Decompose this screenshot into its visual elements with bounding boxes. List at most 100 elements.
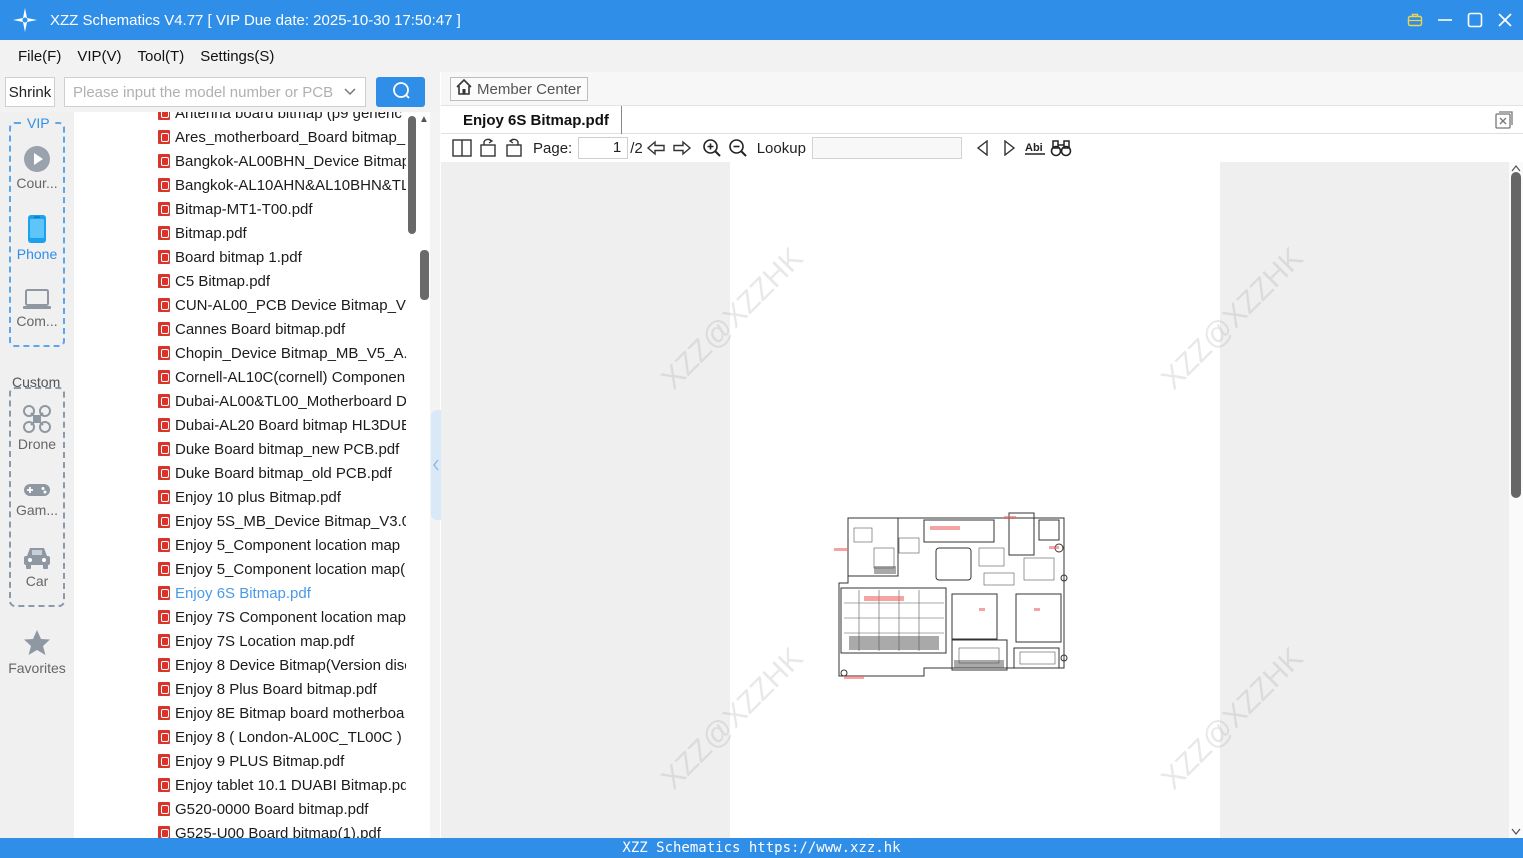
sidebar-item-car[interactable]: Car [0, 545, 74, 589]
file-list-item[interactable]: Enjoy 10 plus Bitmap.pdf [158, 485, 406, 509]
window-title: XZZ Schematics V4.77 [ VIP Due date: 202… [50, 11, 461, 29]
menu-tool[interactable]: Tool(T) [138, 48, 185, 65]
menu-file[interactable]: File(F) [18, 48, 61, 65]
pdf-file-icon [158, 322, 170, 336]
two-page-view-icon[interactable] [449, 135, 475, 161]
file-list-item[interactable]: Cornell-AL10C(cornell) Componen [158, 365, 406, 389]
member-center-button[interactable]: Member Center [450, 77, 588, 101]
file-list-item[interactable]: Bangkok-AL10AHN&AL10BHN&TL [158, 173, 406, 197]
car-icon [0, 545, 74, 571]
sidebar-item-favorites[interactable]: Favorites [0, 628, 74, 676]
file-list-item[interactable]: G520-0000 Board bitmap.pdf [158, 797, 406, 821]
file-name: Board bitmap 1.pdf [175, 248, 302, 266]
minimize-button[interactable] [1437, 12, 1453, 28]
file-list-item[interactable]: Enjoy 5_Component location map( [158, 557, 406, 581]
document-viewer[interactable]: XZZ@XZZHK XZZ@XZZHK XZZ@XZZHK XZZ@XZZHK [441, 162, 1509, 838]
pdf-file-icon [158, 826, 170, 838]
file-list-scrollbar[interactable] [408, 116, 416, 234]
file-list-item[interactable]: Enjoy 9 PLUS Bitmap.pdf [158, 749, 406, 773]
file-list-item[interactable]: Enjoy 7S Component location map [158, 605, 406, 629]
close-button[interactable] [1497, 12, 1513, 28]
match-text-icon[interactable]: Abi [1022, 135, 1048, 161]
pdf-file-icon [158, 274, 170, 288]
pdf-file-icon [158, 442, 170, 456]
next-page-icon[interactable] [669, 135, 695, 161]
watermark: XZZ@XZZHK [655, 641, 810, 796]
zoom-out-icon[interactable] [725, 135, 751, 161]
file-list-item[interactable]: Dubai-AL20 Board bitmap HL3DUE [158, 413, 406, 437]
file-list-item[interactable]: Bitmap-MT1-T00.pdf [158, 197, 406, 221]
file-name: Enjoy 6S Bitmap.pdf [175, 584, 311, 602]
file-name: Enjoy 5_Component location map( [175, 560, 406, 578]
viewer-scrollbar-thumb[interactable] [1511, 172, 1521, 498]
scroll-up-arrow-icon[interactable]: ▲ [419, 114, 429, 125]
menu-vip[interactable]: VIP(V) [77, 48, 121, 65]
collapse-panel-handle[interactable] [431, 410, 441, 520]
file-list-item[interactable]: Enjoy 5_Component location map [158, 533, 406, 557]
file-list-item[interactable]: Enjoy 5S_MB_Device Bitmap_V3.01 [158, 509, 406, 533]
sidebar-item-courses[interactable]: Cour... [0, 145, 74, 191]
zoom-in-icon[interactable] [699, 135, 725, 161]
file-name: Enjoy 10 plus Bitmap.pdf [175, 488, 341, 506]
find-next-icon[interactable] [996, 135, 1022, 161]
file-list-item[interactable]: Enjoy 7S Location map.pdf [158, 629, 406, 653]
file-list-item[interactable]: G525-U00 Board bitmap(1).pdf [158, 821, 406, 838]
previous-page-icon[interactable] [643, 135, 669, 161]
binoculars-icon[interactable] [1048, 135, 1074, 161]
play-circle-icon [0, 145, 74, 173]
sidebar-item-gaming[interactable]: Gam... [0, 480, 74, 518]
file-list-item[interactable]: Ares_motherboard_Board bitmap_I [158, 125, 406, 149]
pdf-file-icon [158, 658, 170, 672]
file-list-item[interactable]: Chopin_Device Bitmap_MB_V5_A.p [158, 341, 406, 365]
search-toolbar: Shrink Please input the model number or … [0, 72, 440, 112]
pdf-file-icon [158, 586, 170, 600]
file-list-item[interactable]: Enjoy 6S Bitmap.pdf [158, 581, 406, 605]
pdf-file-icon [158, 346, 170, 360]
search-button[interactable] [376, 77, 425, 107]
rotate-right-icon[interactable] [501, 135, 527, 161]
tab-enjoy-6s-bitmap[interactable]: Enjoy 6S Bitmap.pdf [451, 106, 622, 134]
file-name: Bitmap.pdf [175, 224, 247, 242]
menu-bar: File(F) VIP(V) Tool(T) Settings(S) [0, 40, 1523, 72]
page-number-input[interactable]: 1 [578, 137, 629, 159]
shrink-button[interactable]: Shrink [5, 77, 55, 107]
find-previous-icon[interactable] [970, 135, 996, 161]
pdf-file-icon [158, 370, 170, 384]
sidebar-item-computer[interactable]: Com... [0, 287, 74, 329]
file-list-item[interactable]: CUN-AL00_PCB Device Bitmap_V1.( [158, 293, 406, 317]
sidebar-item-drone[interactable]: Drone [0, 404, 74, 452]
rotate-left-icon[interactable] [475, 135, 501, 161]
file-name: Enjoy 8 Plus Board bitmap.pdf [175, 680, 377, 698]
file-list-item[interactable]: Bitmap.pdf [158, 221, 406, 245]
file-list-item[interactable]: Antenna board bitmap (p9 generic [158, 112, 406, 125]
pdf-page[interactable]: XZZ@XZZHK XZZ@XZZHK XZZ@XZZHK XZZ@XZZHK [655, 162, 1310, 838]
briefcase-icon[interactable] [1407, 12, 1423, 28]
file-list-item[interactable]: Bangkok-AL00BHN_Device Bitmap [158, 149, 406, 173]
file-name: Cannes Board bitmap.pdf [175, 320, 346, 338]
phone-icon [0, 214, 74, 244]
file-list-item[interactable]: Enjoy tablet 10.1 DUABI Bitmap.pd [158, 773, 406, 797]
file-list-item[interactable]: Board bitmap 1.pdf [158, 245, 406, 269]
file-list-item[interactable]: Enjoy 8 ( London-AL00C_TL00C ) (4 [158, 725, 406, 749]
file-list-item[interactable]: Enjoy 8 Device Bitmap(Version disc [158, 653, 406, 677]
lookup-input[interactable] [811, 137, 962, 159]
file-list-item[interactable]: Duke Board bitmap_new PCB.pdf [158, 437, 406, 461]
file-name: Enjoy 5S_MB_Device Bitmap_V3.01 [175, 512, 406, 530]
maximize-button[interactable] [1467, 12, 1483, 28]
file-name: Enjoy 5_Component location map [175, 536, 401, 554]
file-list-item[interactable]: Cannes Board bitmap.pdf [158, 317, 406, 341]
close-all-tabs-icon[interactable] [1495, 111, 1513, 134]
file-list-item[interactable]: Enjoy 8E Bitmap board motherboa [158, 701, 406, 725]
search-input[interactable]: Please input the model number or PCB [64, 77, 366, 107]
pdf-file-icon [158, 112, 170, 120]
sidebar-item-phone[interactable]: Phone [0, 214, 74, 262]
file-list-item[interactable]: Enjoy 8 Plus Board bitmap.pdf [158, 677, 406, 701]
file-list-item[interactable]: Duke Board bitmap_old PCB.pdf [158, 461, 406, 485]
panel-scrollbar[interactable] [420, 250, 429, 300]
file-list-item[interactable]: C5 Bitmap.pdf [158, 269, 406, 293]
search-icon [391, 80, 411, 105]
chevron-down-icon[interactable] [343, 84, 357, 102]
menu-settings[interactable]: Settings(S) [200, 48, 274, 65]
file-list-item[interactable]: Dubai-AL00&TL00_Motherboard D [158, 389, 406, 413]
app-logo-icon [0, 0, 50, 40]
